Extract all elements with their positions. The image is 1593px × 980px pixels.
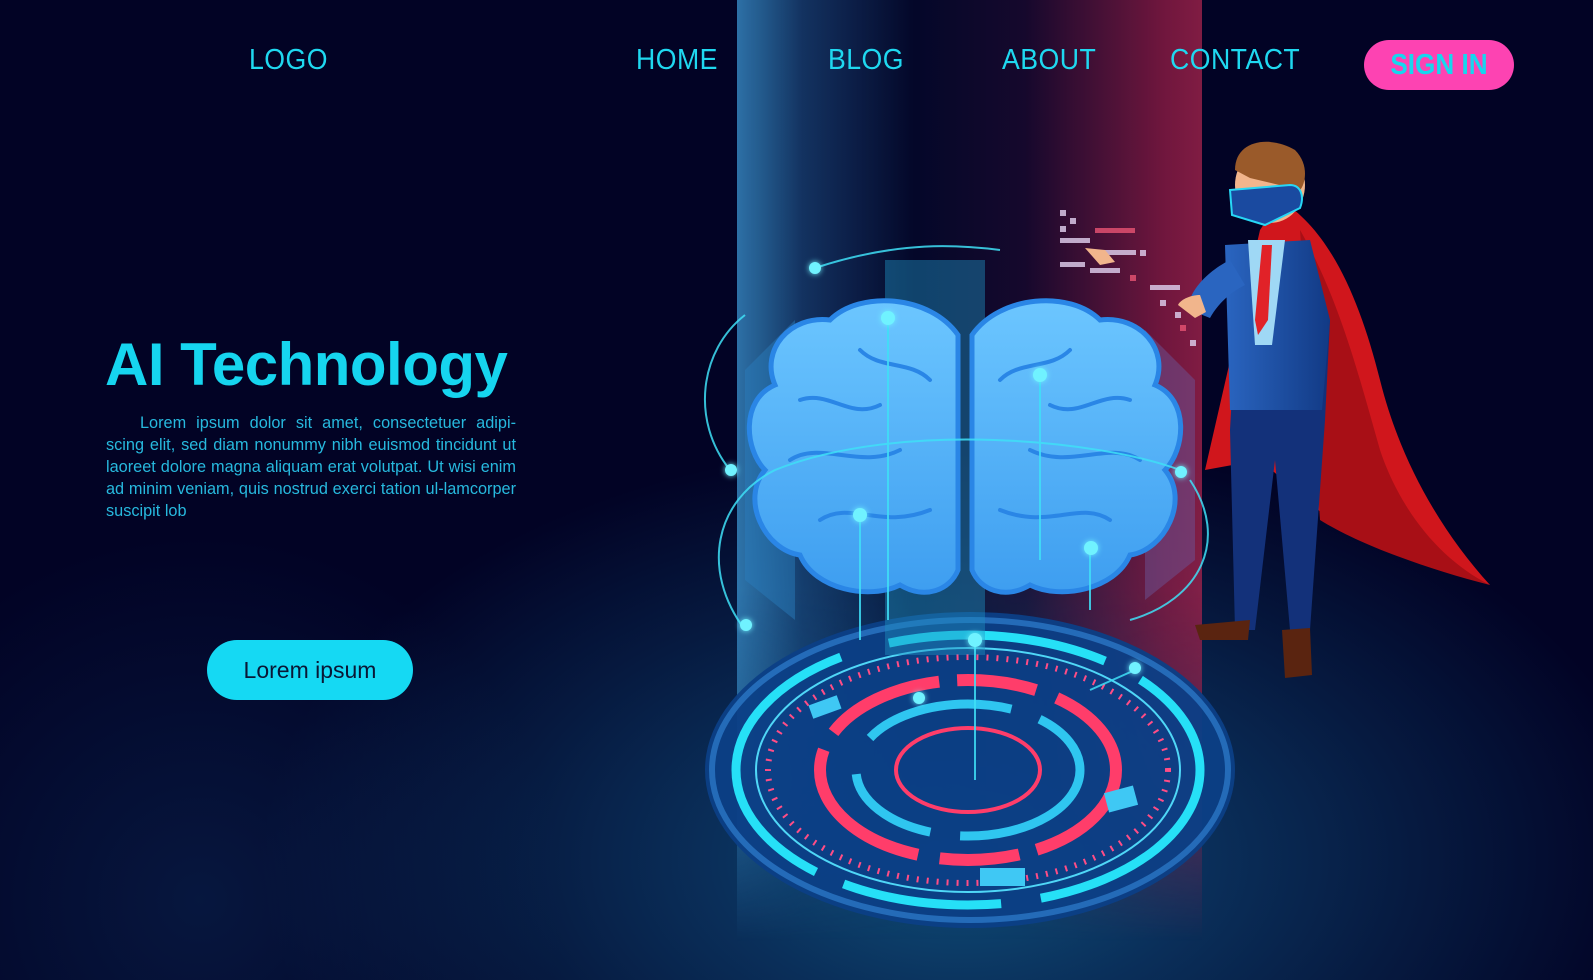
hero-description: Lorem ipsum dolor sit amet, consectetuer…	[106, 414, 516, 520]
hero-title: AI Technology	[105, 331, 508, 398]
nav-blog-link[interactable]: BLOG	[828, 44, 904, 77]
nav-contact-link[interactable]: CONTACT	[1170, 44, 1300, 77]
light-beam	[737, 0, 1202, 980]
nav-home-link[interactable]: HOME	[636, 44, 718, 77]
sign-in-button[interactable]: SIGN IN	[1364, 40, 1514, 90]
sign-in-label: SIGN IN	[1390, 48, 1488, 81]
nav-about-link[interactable]: ABOUT	[1002, 44, 1096, 77]
logo-link[interactable]: LOGO	[249, 44, 328, 77]
cta-button[interactable]: Lorem ipsum	[207, 640, 413, 700]
